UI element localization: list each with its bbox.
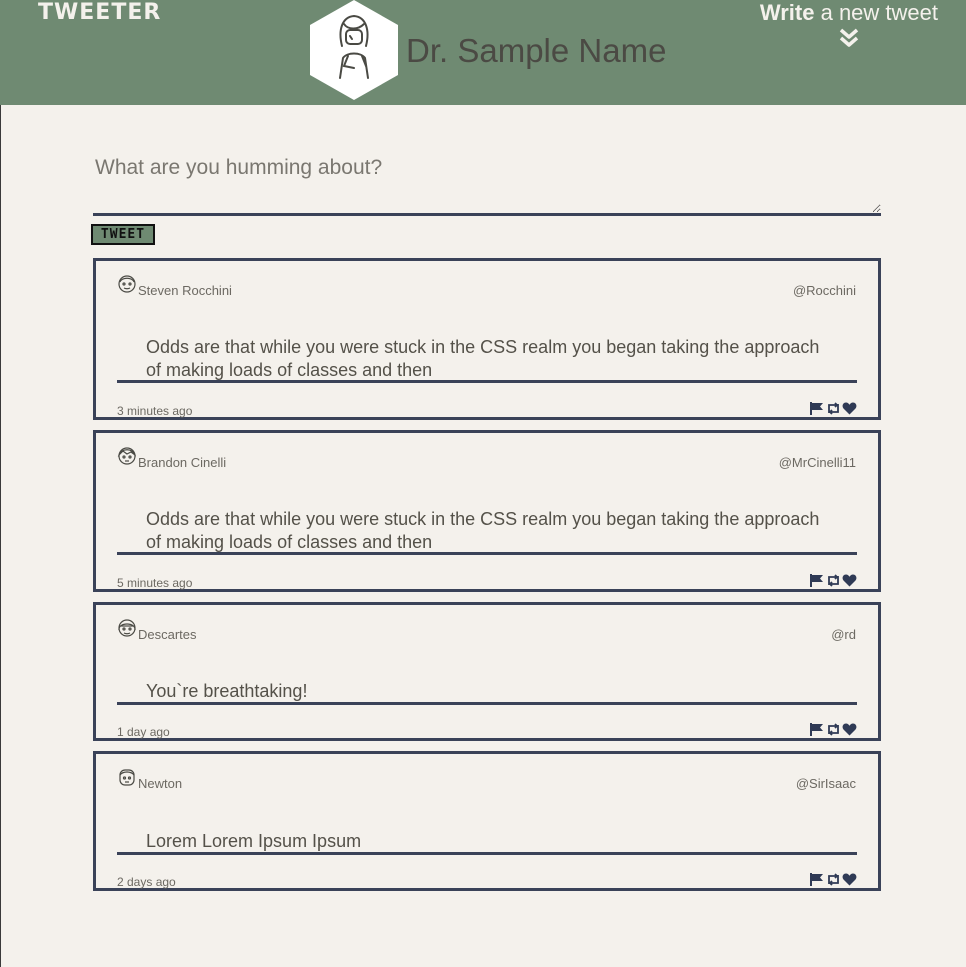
retweet-icon[interactable] [826, 402, 841, 415]
chevron-double-down-icon[interactable] [839, 28, 859, 48]
tweet-text: Odds are that while you were stuck in th… [117, 336, 857, 383]
write-label: Write [759, 0, 815, 25]
page-left-border [0, 105, 1, 967]
write-tweet-toggle[interactable]: Write a new tweet [760, 0, 938, 48]
tweet-actions [810, 723, 857, 736]
tweet-text: Lorem Lorem Ipsum Ipsum [117, 830, 857, 855]
tweet-card: Descartes @rd You`re breathtaking! 1 day… [93, 602, 881, 741]
tweet-handle: @Rocchini [792, 283, 856, 298]
top-nav: TWEETER Dr. Sample Name Write a new twee… [0, 0, 966, 105]
tweet-actions [810, 574, 857, 587]
new-tweet-label: a new tweet [814, 0, 938, 25]
tweet-actions [810, 402, 857, 415]
tweet-card: Newton @SirIsaac Lorem Lorem Ipsum Ipsum… [93, 751, 881, 891]
tweet-actions [810, 873, 857, 886]
tweet-button[interactable]: TWEET [91, 224, 155, 245]
tweet-card: Brandon Cinelli @MrCinelli11 Odds are th… [93, 430, 881, 592]
brand-logo[interactable]: TWEETER [38, 0, 161, 25]
tweet-input[interactable] [93, 150, 881, 216]
retweet-icon[interactable] [826, 873, 841, 886]
tweet-handle: @SirIsaac [795, 776, 856, 791]
tweet-timestamp: 5 minutes ago [117, 576, 193, 590]
tweet-handle: @MrCinelli11 [778, 455, 856, 470]
heart-icon[interactable] [842, 574, 857, 587]
tweet-text: Odds are that while you were stuck in th… [117, 508, 857, 555]
user-avatar-icon [119, 769, 135, 786]
profile-avatar [310, 0, 398, 100]
heart-icon[interactable] [842, 873, 857, 886]
flag-icon[interactable] [810, 574, 825, 587]
heart-icon[interactable] [842, 723, 857, 736]
tweet-author: Brandon Cinelli [138, 455, 227, 470]
tweet-text: You`re breathtaking! [117, 680, 857, 705]
user-avatar-icon [118, 619, 136, 637]
compose-form [93, 150, 881, 221]
tweet-handle: @rd [831, 627, 856, 642]
tweet-card: Steven Rocchini @Rocchini Odds are that … [93, 258, 881, 420]
flag-icon[interactable] [810, 723, 825, 736]
heart-icon[interactable] [842, 402, 857, 415]
user-avatar-icon [117, 447, 137, 465]
retweet-icon[interactable] [826, 723, 841, 736]
flag-icon[interactable] [810, 402, 825, 415]
user-avatar-icon [118, 275, 136, 293]
flag-icon[interactable] [810, 873, 825, 886]
profile-name: Dr. Sample Name [406, 32, 667, 69]
tweet-timestamp: 1 day ago [117, 725, 170, 739]
tweet-timestamp: 2 days ago [117, 875, 176, 889]
tweet-timestamp: 3 minutes ago [117, 404, 193, 418]
tweet-author: Newton [138, 776, 183, 791]
tweet-author: Descartes [138, 627, 197, 642]
tweet-author: Steven Rocchini [138, 283, 232, 298]
retweet-icon[interactable] [826, 574, 841, 587]
